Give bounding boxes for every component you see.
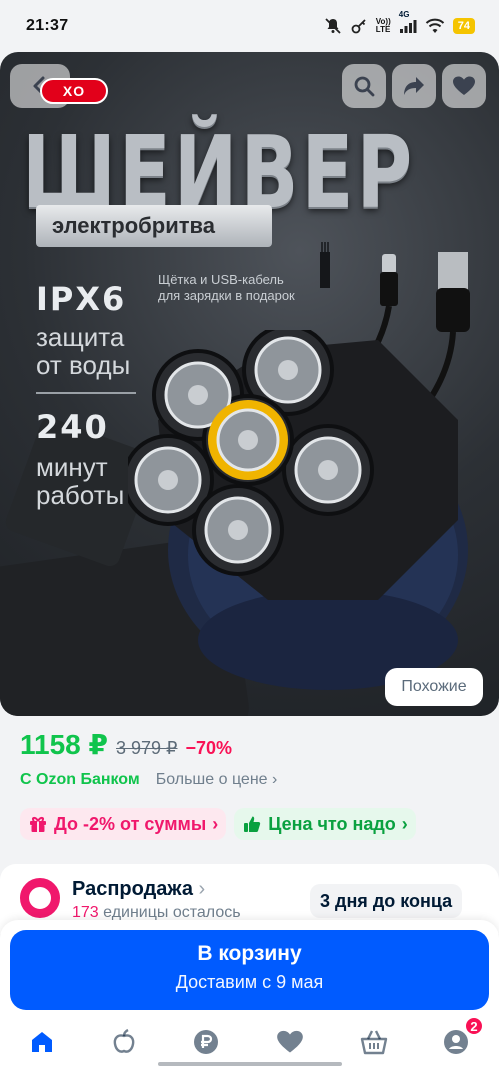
ozon-bank-label: С Ozon Банком	[20, 771, 140, 788]
profile-badge: 2	[464, 1016, 484, 1036]
basket-icon	[360, 1030, 388, 1055]
price-current: 1158 ₽	[20, 729, 109, 760]
price-row: 1158 ₽ 3 979 ₽ −70%	[20, 728, 479, 761]
add-to-cart-button[interactable]: В корзину Доставим с 9 мая	[10, 930, 489, 1010]
mute-icon	[324, 17, 342, 35]
good-price-chip[interactable]: Цена что надо ›	[234, 808, 416, 840]
price-discount: −70%	[185, 738, 233, 758]
tab-fresh[interactable]	[102, 1020, 146, 1064]
sale-ring-icon	[20, 878, 60, 918]
tab-profile[interactable]: 2	[434, 1016, 484, 1064]
home-icon	[32, 1032, 52, 1052]
good-price-chip-label: Цена что надо	[268, 813, 396, 834]
fresh-icon	[113, 1028, 135, 1053]
network-type: 4G	[398, 10, 410, 19]
favorite-button[interactable]	[442, 64, 486, 108]
status-icons: Vo)) LTE 4G 74	[324, 10, 475, 35]
share-icon	[404, 77, 424, 95]
network-label: Vo)) LTE	[376, 18, 391, 34]
heart-icon	[277, 1030, 303, 1053]
ruble-icon	[194, 1030, 218, 1054]
chevron-right-icon: ›	[198, 878, 206, 900]
product-image[interactable]: ШЕЙВЕР электробритва Щётка и USB-кабель …	[0, 52, 499, 716]
spec-ipx6-line2: от воды	[36, 350, 131, 380]
status-time: 21:37	[26, 17, 69, 34]
lte-label: LTE	[375, 25, 391, 34]
gift-note: Щётка и USB-кабель для зарядки в подарок	[158, 272, 295, 303]
sale-title: Распродажа ›	[72, 878, 205, 901]
more-price-link[interactable]: Больше о цене ›	[156, 771, 278, 789]
promo-chips: До -2% от суммы › Цена что надо ›	[20, 808, 416, 840]
sale-title-text: Распродажа	[72, 878, 193, 900]
spec-240: 240	[36, 408, 109, 446]
search-icon	[354, 76, 375, 97]
share-button[interactable]	[392, 64, 436, 108]
gift-icon	[30, 817, 46, 832]
more-price-label: Больше о цене	[155, 771, 268, 788]
cart-panel: В корзину Доставим с 9 мая	[0, 920, 499, 1020]
brand-logo: XO	[40, 78, 108, 104]
price-block: 1158 ₽ 3 979 ₽ −70% С Ozon Банком Больше…	[20, 728, 479, 789]
delivery-label: Доставим с 9 мая	[175, 972, 324, 992]
tab-favorites[interactable]	[268, 1020, 312, 1064]
spec-divider	[36, 392, 136, 394]
similar-button[interactable]: Похожие	[385, 668, 483, 706]
thumbs-up-icon	[244, 816, 261, 832]
status-bar: 21:37 Vo)) LTE 4G 74	[0, 0, 499, 52]
spec-240-line1: минут	[36, 452, 108, 482]
key-icon	[350, 17, 368, 35]
tab-finance[interactable]	[184, 1020, 228, 1064]
signal-icon: 4G	[399, 10, 417, 34]
tab-home[interactable]	[20, 1020, 64, 1064]
battery-icon: 74	[452, 18, 475, 34]
chevron-right-icon: ›	[272, 771, 278, 788]
spec-ipx6-line1: защита	[36, 322, 125, 352]
discount-chip[interactable]: До -2% от суммы ›	[20, 808, 227, 840]
wifi-icon	[425, 18, 445, 34]
heart-icon	[453, 76, 475, 95]
search-button[interactable]	[342, 64, 386, 108]
discount-chip-label: До -2% от суммы	[54, 813, 207, 834]
spec-ipx6: IPX6	[36, 280, 127, 318]
sale-stock-count: 173	[72, 904, 99, 921]
price-sub: С Ozon Банком Больше о цене ›	[20, 771, 479, 789]
tab-cart[interactable]	[352, 1020, 396, 1064]
promo-subtitle: электробритва	[36, 205, 272, 247]
home-indicator[interactable]	[158, 1062, 342, 1066]
chevron-right-icon: ›	[401, 813, 408, 834]
price-old: 3 979 ₽	[116, 738, 178, 758]
spec-240-line2: работы	[36, 480, 125, 510]
sale-stock-text: единицы осталось	[98, 904, 241, 921]
chevron-right-icon: ›	[212, 813, 219, 834]
sale-timer: 3 дня до конца	[310, 884, 463, 918]
add-to-cart-label: В корзину	[197, 942, 302, 965]
shaver-illustration	[128, 330, 468, 690]
bottom-tab-bar: 2	[0, 1014, 499, 1090]
